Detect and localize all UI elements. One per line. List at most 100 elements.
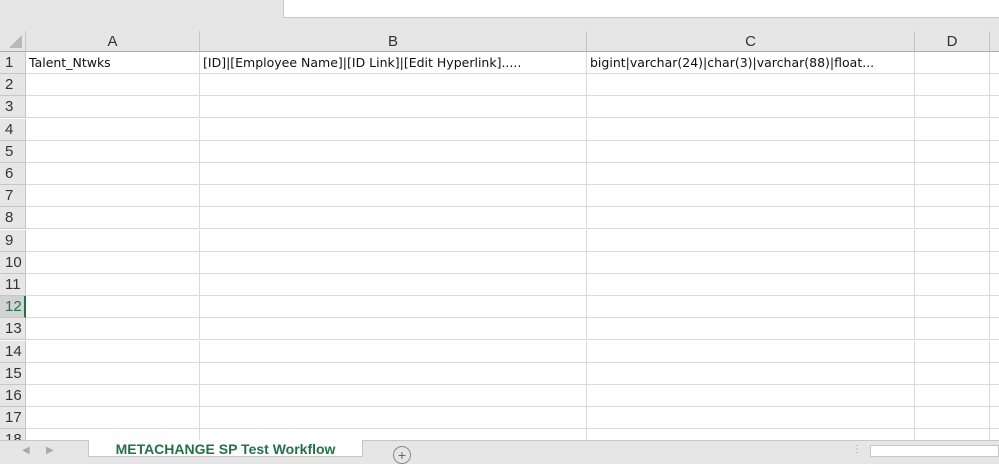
cell[interactable] <box>200 429 587 440</box>
row-header[interactable]: 15 <box>0 362 26 385</box>
cell[interactable] <box>587 140 915 163</box>
cell[interactable] <box>915 274 990 296</box>
cell[interactable] <box>990 318 999 340</box>
column-header-c[interactable]: C <box>587 31 915 52</box>
cell[interactable] <box>587 362 915 385</box>
cell[interactable] <box>915 385 990 407</box>
cell[interactable] <box>990 207 999 229</box>
cell[interactable] <box>200 385 587 407</box>
row-header[interactable]: 11 <box>0 274 26 296</box>
cell[interactable] <box>990 185 999 207</box>
cell[interactable] <box>915 251 990 274</box>
row-header[interactable]: 7 <box>0 185 26 208</box>
row-header[interactable]: 10 <box>0 251 26 274</box>
cell[interactable] <box>200 74 587 97</box>
formula-bar-input[interactable] <box>283 0 999 18</box>
cell[interactable] <box>200 362 587 385</box>
row-header[interactable]: 18 <box>0 429 26 440</box>
cell[interactable]: Talent_Ntwks <box>26 52 200 74</box>
cell[interactable] <box>200 140 587 163</box>
row-header[interactable]: 17 <box>0 407 26 430</box>
cell[interactable] <box>990 74 999 96</box>
cell[interactable] <box>990 52 999 74</box>
cell[interactable] <box>915 74 990 97</box>
cell[interactable] <box>587 385 915 407</box>
cell[interactable] <box>200 229 587 252</box>
cell[interactable] <box>915 163 990 185</box>
cell[interactable] <box>200 163 587 185</box>
select-all-button[interactable] <box>0 31 26 52</box>
cell[interactable] <box>915 407 990 430</box>
row-header[interactable]: 2 <box>0 74 26 97</box>
cell[interactable] <box>915 118 990 141</box>
cell[interactable] <box>915 229 990 252</box>
cell[interactable] <box>990 385 999 407</box>
cell[interactable] <box>915 362 990 385</box>
cell[interactable] <box>200 318 587 341</box>
cell[interactable] <box>915 340 990 363</box>
cell[interactable] <box>587 274 915 296</box>
cell[interactable] <box>26 318 200 341</box>
cell[interactable] <box>200 340 587 363</box>
cell[interactable] <box>990 363 999 385</box>
cell[interactable] <box>915 185 990 208</box>
cell[interactable] <box>990 252 999 274</box>
row-header[interactable]: 13 <box>0 318 26 341</box>
horizontal-scrollbar[interactable] <box>870 445 999 457</box>
cell[interactable] <box>915 207 990 230</box>
cell[interactable] <box>990 141 999 163</box>
cell[interactable] <box>990 163 999 185</box>
cell[interactable] <box>990 96 999 118</box>
cell[interactable] <box>200 96 587 119</box>
cell[interactable] <box>990 119 999 141</box>
row-header[interactable]: 1 <box>0 52 26 74</box>
cell[interactable] <box>587 96 915 119</box>
cell[interactable] <box>587 340 915 363</box>
column-header-b[interactable]: B <box>200 31 587 52</box>
row-header[interactable]: 12 <box>0 296 26 319</box>
cell[interactable] <box>587 318 915 341</box>
cell[interactable] <box>587 296 915 319</box>
cell[interactable] <box>26 429 200 440</box>
cell[interactable] <box>26 118 200 141</box>
cell[interactable] <box>200 251 587 274</box>
row-header[interactable]: 14 <box>0 340 26 363</box>
splitter-handle[interactable]: ⋮ <box>852 444 862 455</box>
sheet-tab-active[interactable]: METACHANGE SP Test Workflow <box>88 440 363 457</box>
cell[interactable] <box>26 96 200 119</box>
cell[interactable] <box>587 163 915 185</box>
column-header-d[interactable]: D <box>915 31 990 52</box>
cell[interactable]: bigint|varchar(24)|char(3)|varchar(88)|f… <box>587 52 915 74</box>
cell[interactable] <box>587 207 915 230</box>
cell[interactable] <box>990 429 999 440</box>
cell[interactable] <box>26 274 200 296</box>
cell[interactable] <box>200 118 587 141</box>
cell[interactable] <box>26 362 200 385</box>
cell[interactable] <box>26 251 200 274</box>
cell[interactable] <box>915 52 990 74</box>
cell[interactable] <box>915 140 990 163</box>
row-header[interactable]: 5 <box>0 140 26 163</box>
spreadsheet-grid[interactable]: A B C D 1 Talent_Ntwks [ID]|[Employee Name… <box>0 31 999 440</box>
cell[interactable] <box>26 385 200 407</box>
row-header[interactable]: 6 <box>0 163 26 185</box>
cell[interactable] <box>587 229 915 252</box>
plus-circle-icon[interactable]: + <box>393 446 411 464</box>
scroll-tabs-right-icon[interactable]: ▶ <box>46 445 54 456</box>
cell[interactable] <box>915 96 990 119</box>
cell[interactable] <box>26 340 200 363</box>
cell[interactable] <box>26 229 200 252</box>
cell[interactable] <box>26 185 200 208</box>
cell[interactable] <box>990 407 999 429</box>
cell[interactable] <box>915 318 990 341</box>
cell[interactable] <box>26 140 200 163</box>
row-header[interactable]: 3 <box>0 96 26 119</box>
cell[interactable] <box>990 296 999 318</box>
cell[interactable] <box>200 296 587 319</box>
cell[interactable]: [ID]|[Employee Name]|[ID Link]|[Edit Hyp… <box>200 52 587 74</box>
scroll-tabs-left-icon[interactable]: ◀ <box>22 445 30 456</box>
cell[interactable] <box>26 163 200 185</box>
cell[interactable] <box>26 74 200 97</box>
cell[interactable] <box>990 274 999 296</box>
cell[interactable] <box>26 407 200 430</box>
